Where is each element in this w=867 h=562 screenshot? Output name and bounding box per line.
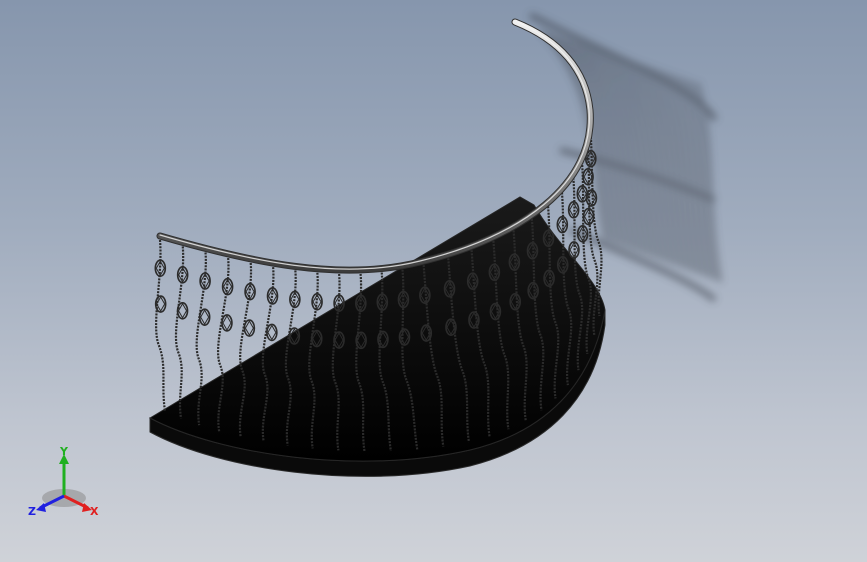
baluster[interactable] [154, 239, 167, 412]
graphics-viewport[interactable]: Y X Z [0, 0, 867, 562]
baluster[interactable] [174, 246, 189, 419]
baluster-diamond [200, 309, 210, 326]
triad-y-label: Y [59, 446, 69, 458]
baluster-diamond [267, 324, 277, 341]
baluster-diamond [244, 320, 254, 337]
triad-z-label: Z [28, 505, 36, 518]
view-orientation-triad-icon[interactable]: Y X Z [26, 446, 102, 522]
baluster-diamond [222, 314, 232, 331]
triad-x-label: X [90, 505, 99, 518]
model-scene[interactable] [0, 0, 867, 562]
baluster-diamond [177, 302, 188, 319]
